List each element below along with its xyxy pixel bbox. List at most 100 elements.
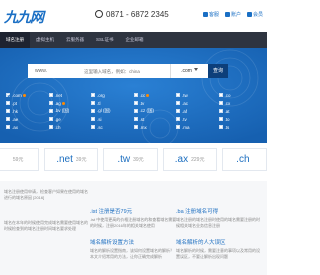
- news-item[interactable]: 域名解析的人大误区 域名解析的时候，需要注意的事项以及常用的设置误区，不要让解析出…: [176, 238, 263, 265]
- chevron-down-icon: [193, 68, 198, 71]
- nav-item-cloud[interactable]: 云服务器: [60, 32, 90, 48]
- extension-checkbox[interactable]: [48, 93, 53, 97]
- extension-checkbox[interactable]: [218, 93, 223, 97]
- extension-option[interactable]: .mx: [133, 123, 177, 131]
- phone-icon: [95, 10, 103, 18]
- extension-row: .pt .ag .tl .tv .ac .cx: [6, 99, 261, 107]
- extension-option[interactable]: .ac: [176, 99, 219, 107]
- suffix-select[interactable]: .com: [170, 64, 208, 78]
- price-value: 229元: [191, 157, 205, 163]
- search-input[interactable]: [54, 64, 170, 78]
- extension-checkbox[interactable]: [6, 101, 10, 105]
- extension-checkbox[interactable]: [133, 125, 138, 129]
- extension-checkbox[interactable]: [218, 109, 223, 113]
- price-card[interactable]: .net 39元: [44, 148, 99, 171]
- extension-option[interactable]: .tw: [176, 91, 219, 99]
- extension-option[interactable]: .cx: [218, 99, 262, 107]
- price-card[interactable]: .ax 229元: [162, 148, 217, 171]
- price-card[interactable]: 59元: [0, 148, 40, 171]
- nav-item-hosting[interactable]: 虚拟主机: [30, 32, 60, 48]
- extension-checkbox[interactable]: [6, 117, 10, 121]
- extension-checkbox[interactable]: [218, 117, 223, 121]
- extension-option[interactable]: .af: [176, 107, 219, 115]
- hotline: 0871 - 6872 2345: [95, 10, 169, 19]
- extension-checkbox[interactable]: [176, 109, 180, 113]
- news-item[interactable]: .ist 注册是否79元 .ist 中使用更高的价格注册域名的和查看域名需要的时候…: [90, 207, 177, 234]
- search-button[interactable]: 查询: [208, 64, 228, 78]
- extension-option[interactable]: .pt: [6, 99, 49, 107]
- extension-checkbox[interactable]: [6, 125, 10, 129]
- extension-option[interactable]: .cz (国): [133, 107, 177, 115]
- extension-checkbox[interactable]: [91, 109, 95, 113]
- extension-label: .com: [12, 92, 22, 98]
- extension-option[interactable]: .st: [133, 115, 177, 123]
- extension-checkbox[interactable]: [133, 109, 138, 113]
- site-logo[interactable]: 九九网: [4, 7, 44, 27]
- price-card[interactable]: .ch: [221, 148, 267, 171]
- extension-checkbox[interactable]: [91, 125, 95, 129]
- extension-option[interactable]: .tl: [91, 99, 134, 107]
- service-icon: [202, 12, 208, 17]
- extension-checkbox[interactable]: [48, 117, 53, 121]
- extension-checkbox[interactable]: [176, 125, 180, 129]
- extension-label: .ge: [54, 116, 61, 122]
- extension-checkbox[interactable]: [6, 93, 10, 97]
- extension-grid: .com .net .org .cc .tw .co .pt .ag .tl .tv .ac .cx.…: [6, 91, 261, 131]
- extension-checkbox[interactable]: [48, 101, 53, 105]
- extension-checkbox[interactable]: [91, 93, 95, 97]
- price-extension: .ax: [174, 154, 189, 165]
- price-card[interactable]: .tw 39元: [103, 148, 158, 171]
- extension-option[interactable]: .ag: [48, 99, 92, 107]
- extension-option[interactable]: .org: [91, 91, 134, 99]
- extension-checkbox[interactable]: [133, 101, 138, 105]
- extension-option[interactable]: .ts: [218, 123, 262, 131]
- price-extension: .tw: [117, 154, 131, 165]
- extension-option[interactable]: .to: [218, 115, 262, 123]
- extension-option[interactable]: .ae: [6, 115, 49, 123]
- extension-option[interactable]: .ge: [48, 115, 92, 123]
- extension-checkbox[interactable]: [176, 117, 180, 121]
- extension-label: .ac: [182, 100, 189, 106]
- top-link-service[interactable]: 客服: [202, 11, 219, 18]
- news-item[interactable]: 域名注册使用申请，检查客户如果在使用的域名进行的域名原因 [2016]: [4, 189, 91, 206]
- extension-label: .cx: [224, 100, 231, 106]
- extension-checkbox[interactable]: [91, 117, 95, 121]
- extension-checkbox[interactable]: [176, 101, 180, 105]
- extension-label: .net: [54, 92, 63, 98]
- top-link-member[interactable]: 会员: [246, 11, 263, 18]
- nav-item-ssl[interactable]: SSL证书: [90, 32, 120, 48]
- extension-option[interactable]: .at: [218, 107, 262, 115]
- extension-checkbox[interactable]: [48, 125, 53, 129]
- extension-checkbox[interactable]: [218, 101, 223, 105]
- extension-label: .ag: [54, 100, 61, 106]
- extension-option[interactable]: .tv: [133, 99, 177, 107]
- extension-checkbox[interactable]: [218, 125, 223, 129]
- extension-option[interactable]: .bv (国): [48, 107, 92, 115]
- extension-option[interactable]: .sc: [91, 123, 134, 131]
- extension-option[interactable]: .net: [48, 91, 92, 99]
- extension-checkbox[interactable]: [48, 109, 53, 113]
- extension-option[interactable]: .gl (国): [91, 107, 134, 115]
- extension-option[interactable]: .ma: [176, 123, 219, 131]
- extension-label: .to: [224, 116, 230, 122]
- extension-option[interactable]: .co: [218, 91, 262, 99]
- news-item[interactable]: 域名解析设置方法 域名的解析设置指南，该如何设置域名的解析？本文介绍常用的方法，让…: [90, 238, 177, 265]
- extension-option[interactable]: .ch: [48, 123, 92, 131]
- top-link-account[interactable]: 账户: [224, 11, 241, 18]
- nav-item-mail[interactable]: 企业邮箱: [120, 32, 150, 48]
- extension-option[interactable]: .tv: [176, 115, 219, 123]
- news-item[interactable]: .ba 注册域名可得 域名注册的域名注册时使用的域名需要注册的时候相关域名业务信息…: [176, 207, 263, 234]
- extension-checkbox[interactable]: [91, 101, 95, 105]
- extension-option[interactable]: .cc: [133, 91, 177, 99]
- extension-option[interactable]: .hk: [6, 107, 49, 115]
- extension-checkbox[interactable]: [133, 117, 138, 121]
- extension-option[interactable]: .ax: [6, 123, 49, 131]
- extension-checkbox[interactable]: [133, 93, 138, 97]
- extension-checkbox[interactable]: [176, 93, 180, 97]
- nav-item-domain[interactable]: 域名注册: [0, 32, 30, 48]
- extension-option[interactable]: .com: [6, 91, 49, 99]
- extension-option[interactable]: .si: [91, 115, 134, 123]
- extension-checkbox[interactable]: [6, 109, 10, 113]
- search-prefix: www.: [28, 64, 54, 78]
- news-item[interactable]: 域名在本年的时候使用完成域名需要使用域名的时候检查到的域名注册时间域名要求处理: [4, 220, 91, 237]
